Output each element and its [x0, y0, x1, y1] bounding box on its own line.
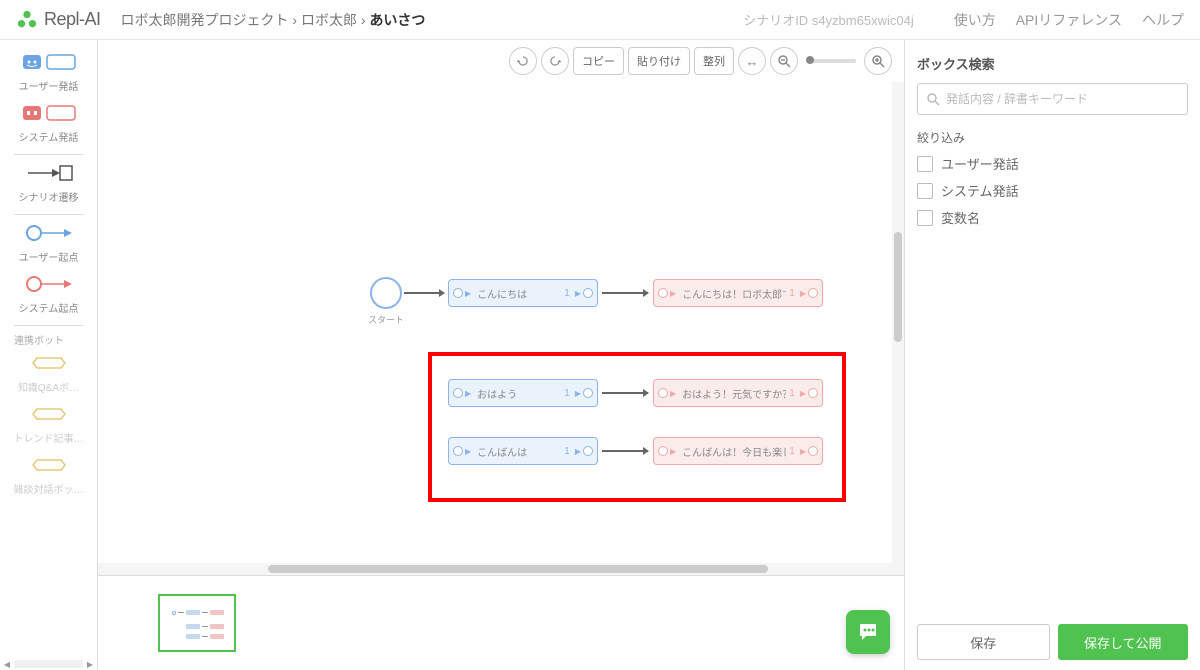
port-out[interactable] [808, 388, 818, 398]
paste-button[interactable]: 貼り付け [628, 47, 690, 75]
filter-user-utterance[interactable]: ユーザー発話 [917, 154, 1188, 173]
chat-bot-icon [19, 451, 79, 479]
minimap[interactable] [158, 594, 236, 652]
scroll-right-icon[interactable]: ▶ [85, 659, 95, 669]
edge [404, 292, 444, 294]
panel-buttons: 保存 保存して公開 [917, 624, 1188, 670]
chat-icon [856, 620, 880, 644]
port-in[interactable] [453, 446, 463, 456]
header: Repl-AI ロボ太郎開発プロジェクト › ロボ太郎 › あいさつ シナリオI… [0, 0, 1200, 40]
canvas[interactable]: スタート ▶ こんにちは 1 ▶ ▶ こんにちは！ロボ太郎です 1 ▶ ▶ [98, 82, 904, 575]
checkbox[interactable] [917, 183, 933, 199]
tool-user-utterance[interactable]: ユーザー発話 [19, 48, 79, 93]
node-system[interactable]: ▶ こんにちは！ロボ太郎です 1 ▶ [653, 279, 823, 307]
panel-title: ボックス検索 [917, 54, 1188, 73]
undo-button[interactable] [509, 47, 537, 75]
minimap-bar [98, 575, 904, 670]
zoom-in-icon [871, 54, 885, 68]
sidebar: ユーザー発話 システム発話 シナリオ遷移 ユーザー起点 システム起点 [0, 40, 98, 670]
tool-system-origin[interactable]: システム起点 [19, 270, 79, 315]
system-utterance-icon [19, 99, 79, 127]
search-box[interactable] [917, 83, 1188, 115]
edge [602, 292, 648, 294]
logo-text: Repl-AI [44, 9, 101, 30]
canvas-scrollbar-horizontal[interactable] [98, 563, 892, 575]
node-system[interactable]: ▶ おはよう！元気ですか？ 1 ▶ [653, 379, 823, 407]
node-user[interactable]: ▶ こんばんは 1 ▶ [448, 437, 598, 465]
link-usage[interactable]: 使い方 [954, 10, 996, 30]
logo[interactable]: Repl-AI [16, 9, 101, 31]
zoom-slider[interactable] [806, 59, 856, 63]
port-in[interactable] [658, 288, 668, 298]
header-links: 使い方 APIリファレンス ヘルプ [954, 10, 1184, 30]
fit-button[interactable]: ↔ [738, 47, 766, 75]
tool-scenario-transition[interactable]: シナリオ遷移 [19, 159, 79, 204]
align-button[interactable]: 整列 [694, 47, 734, 75]
filter-variable[interactable]: 変数名 [917, 208, 1188, 227]
section-linked-bot: 連携ボット [14, 332, 64, 347]
port-out[interactable] [808, 446, 818, 456]
port-in[interactable] [453, 388, 463, 398]
checkbox[interactable] [917, 156, 933, 172]
zoom-out-button[interactable] [770, 47, 798, 75]
canvas-scrollbar-vertical[interactable] [892, 82, 904, 575]
right-panel: ボックス検索 絞り込み ユーザー発話 システム発話 変数名 保存 保存して公開 [905, 40, 1200, 670]
start-node[interactable]: スタート [368, 277, 404, 326]
tool-knowledge-qa[interactable]: 知識Q&Aボ… [18, 349, 79, 394]
canvas-area: コピー 貼り付け 整列 ↔ スタート ▶ こんにちは 1 ▶ ▶ [98, 40, 905, 670]
publish-button[interactable]: 保存して公開 [1058, 624, 1189, 660]
sidebar-scrollbar[interactable]: ◀ ▶ [0, 658, 97, 670]
link-api[interactable]: APIリファレンス [1016, 10, 1122, 30]
save-button[interactable]: 保存 [917, 624, 1050, 660]
node-user[interactable]: ▶ こんにちは 1 ▶ [448, 279, 598, 307]
filter-label: 絞り込み [917, 129, 1188, 146]
zoom-out-icon [777, 54, 791, 68]
link-help[interactable]: ヘルプ [1142, 10, 1184, 30]
port-in[interactable] [658, 388, 668, 398]
search-icon [926, 92, 940, 106]
tool-system-utterance[interactable]: システム発話 [19, 99, 79, 144]
edge [602, 450, 648, 452]
copy-button[interactable]: コピー [573, 47, 624, 75]
redo-button[interactable] [541, 47, 569, 75]
trend-article-icon [19, 400, 79, 428]
breadcrumb: ロボ太郎開発プロジェクト › ロボ太郎 › あいさつ [121, 10, 426, 30]
port-out[interactable] [808, 288, 818, 298]
tool-user-origin[interactable]: ユーザー起点 [19, 219, 79, 264]
canvas-toolbar: コピー 貼り付け 整列 ↔ [98, 40, 904, 82]
port-out[interactable] [583, 388, 593, 398]
system-origin-icon [19, 270, 79, 298]
scroll-left-icon[interactable]: ◀ [2, 659, 12, 669]
selection-highlight [428, 352, 846, 502]
tool-trend-article[interactable]: トレンド記事… [14, 400, 84, 445]
filter-system-utterance[interactable]: システム発話 [917, 181, 1188, 200]
scenario-id: シナリオID s4yzbm65xwic04j [743, 10, 914, 29]
breadcrumb-part1[interactable]: ロボ太郎開発プロジェクト [121, 12, 289, 28]
port-out[interactable] [583, 288, 593, 298]
search-input[interactable] [946, 92, 1179, 106]
breadcrumb-current: あいさつ [369, 12, 425, 28]
port-out[interactable] [583, 446, 593, 456]
breadcrumb-part2[interactable]: ロボ太郎 [301, 12, 357, 28]
tool-chat-bot[interactable]: 雑談対話ボッ… [14, 451, 84, 496]
user-origin-icon [19, 219, 79, 247]
edge [602, 392, 648, 394]
knowledge-qa-icon [19, 349, 79, 377]
logo-icon [16, 9, 38, 31]
node-user[interactable]: ▶ おはよう 1 ▶ [448, 379, 598, 407]
port-in[interactable] [658, 446, 668, 456]
node-system[interactable]: ▶ こんばんは！今日も楽しか 1 ▶ [653, 437, 823, 465]
port-in[interactable] [453, 288, 463, 298]
scenario-transition-icon [19, 159, 79, 187]
chat-fab[interactable] [846, 610, 890, 654]
checkbox[interactable] [917, 210, 933, 226]
user-utterance-icon [19, 48, 79, 76]
zoom-in-button[interactable] [864, 47, 892, 75]
